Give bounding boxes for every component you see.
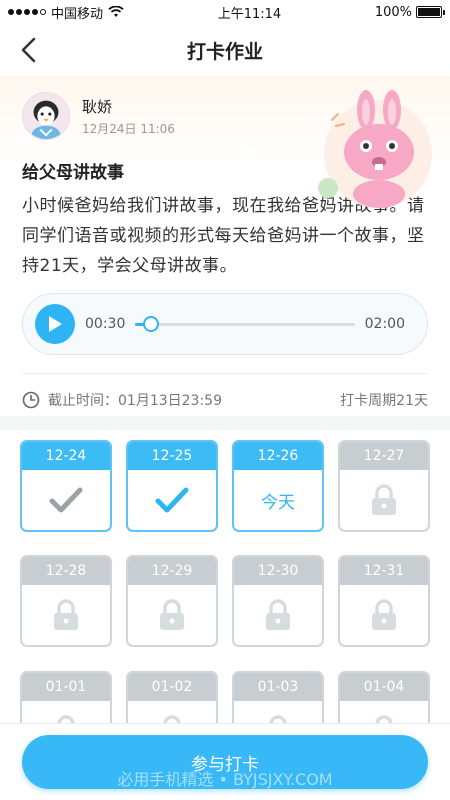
post-date: 12月24日 11:06 bbox=[82, 121, 175, 136]
calendar-day-date: 12-28 bbox=[22, 557, 110, 586]
lock-icon bbox=[372, 599, 396, 631]
lock-icon bbox=[372, 484, 396, 515]
check-icon bbox=[155, 487, 189, 513]
today-label: 今天 bbox=[261, 492, 295, 513]
back-arrow-icon[interactable] bbox=[18, 36, 42, 64]
calendar-day-12-28[interactable]: 12-28 bbox=[20, 555, 112, 648]
calendar-day-date: 12-27 bbox=[340, 442, 428, 470]
audio-progress-track[interactable] bbox=[135, 315, 355, 332]
check-icon bbox=[49, 487, 83, 513]
calendar-day-date: 12-30 bbox=[234, 557, 322, 586]
calendar-day-date: 12-26 bbox=[234, 442, 322, 470]
battery-status: 100% bbox=[374, 4, 445, 20]
total-time: 02:00 bbox=[364, 316, 405, 332]
calendar-day-12-27[interactable]: 12-27 bbox=[338, 440, 430, 532]
section-divider bbox=[0, 416, 450, 430]
deadline: 截止时间：01月13日23:59 bbox=[22, 390, 222, 410]
status-left: 中国移动 bbox=[8, 3, 124, 22]
calendar-day-12-26[interactable]: 12-26 今天 bbox=[232, 440, 324, 532]
calendar-day-body bbox=[22, 470, 110, 530]
calendar-day-body bbox=[340, 470, 428, 530]
lock-icon bbox=[266, 599, 290, 631]
checkin-calendar: 12-24 12-25 12-26 今天 12-27 12-28 12-29 12-30 12-… bbox=[0, 430, 450, 770]
avatar[interactable] bbox=[22, 92, 70, 140]
nav-bar: 打卡作业 bbox=[0, 24, 450, 76]
current-time: 00:30 bbox=[85, 316, 126, 332]
rabbit-mascot-icon bbox=[318, 90, 432, 208]
calendar-day-date: 12-31 bbox=[340, 557, 428, 586]
author-name: 耿娇 bbox=[82, 97, 113, 116]
calendar-day-body bbox=[340, 585, 428, 645]
wifi-icon bbox=[108, 6, 124, 17]
calendar-day-body: 今天 bbox=[234, 470, 322, 530]
calendar-day-body bbox=[234, 585, 322, 645]
lock-icon bbox=[54, 599, 78, 631]
battery-icon bbox=[416, 6, 445, 18]
join-checkin-button[interactable]: 参与打卡 bbox=[22, 735, 428, 789]
calendar-day-12-29[interactable]: 12-29 bbox=[126, 555, 218, 648]
calendar-day-date: 01-04 bbox=[340, 672, 428, 701]
clock: 上午11:14 bbox=[217, 6, 282, 22]
task-card: 耿娇 12月24日 11:06 给父母讲故事 小时候爸妈给我们讲故事，现在我给爸… bbox=[0, 76, 450, 416]
calendar-day-12-30[interactable]: 12-30 bbox=[232, 555, 324, 648]
calendar-day-12-31[interactable]: 12-31 bbox=[338, 555, 430, 648]
carrier-label: 中国移动 bbox=[51, 6, 104, 22]
audio-player: 00:30 02:00 bbox=[22, 293, 428, 355]
audio-progress-knob[interactable] bbox=[142, 315, 159, 332]
status-bar: 中国移动 上午11:14 100% bbox=[0, 0, 450, 24]
task-meta: 截止时间：01月13日23:59 打卡周期21天 bbox=[22, 373, 428, 410]
calendar-day-12-25[interactable]: 12-25 bbox=[126, 440, 218, 532]
calendar-day-body bbox=[128, 585, 216, 645]
lock-icon bbox=[160, 599, 184, 631]
calendar-day-12-24[interactable]: 12-24 bbox=[20, 440, 112, 532]
calendar-day-date: 01-03 bbox=[234, 672, 322, 701]
calendar-day-date: 01-01 bbox=[22, 672, 110, 701]
battery-percent: 100% bbox=[374, 4, 412, 20]
page-title: 打卡作业 bbox=[186, 40, 263, 63]
play-button[interactable] bbox=[35, 304, 75, 344]
clock-icon bbox=[22, 391, 40, 409]
calendar-day-body bbox=[128, 470, 216, 530]
signal-icon bbox=[8, 9, 46, 15]
calendar-day-body bbox=[22, 585, 110, 645]
footer-bar: 参与打卡 必用手机精选 • BYJSJXY.COM bbox=[0, 724, 450, 800]
play-icon bbox=[49, 316, 62, 332]
period-text: 打卡周期21天 bbox=[340, 393, 428, 409]
calendar-day-date: 12-29 bbox=[128, 557, 216, 586]
calendar-day-date: 12-25 bbox=[128, 442, 216, 470]
calendar-day-date: 01-02 bbox=[128, 672, 216, 701]
calendar-day-date: 12-24 bbox=[22, 442, 110, 470]
deadline-text: 截止时间：01月13日23:59 bbox=[48, 393, 222, 409]
